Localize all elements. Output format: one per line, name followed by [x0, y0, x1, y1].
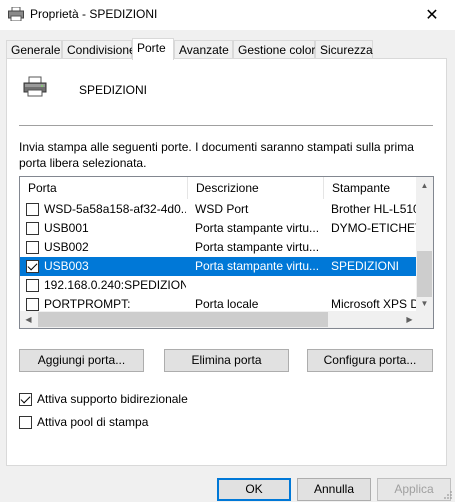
- port-description: Porta stampante virtu...: [195, 240, 320, 254]
- tab-strip: Generale Condivisione Porte Avanzate Ges…: [6, 38, 451, 60]
- scroll-left-icon[interactable]: ◀: [20, 311, 37, 328]
- tab-generale[interactable]: Generale: [6, 40, 62, 59]
- ports-panel: SPEDIZIONI Invia stampa alle seguenti po…: [6, 58, 447, 466]
- separator: [19, 125, 433, 126]
- window-title: Proprietà - SPEDIZIONI: [30, 7, 158, 21]
- resize-grip-icon[interactable]: [443, 490, 453, 500]
- port-row[interactable]: USB001 Porta stampante virtu... DYMO-ETICH…: [20, 219, 418, 238]
- port-description: Porta stampante virtu...: [195, 259, 320, 273]
- port-description: WSD Port: [195, 202, 249, 216]
- port-printer: Brother HL-L510: [331, 202, 418, 216]
- port-row[interactable]: WSD-5a58a158-af32-4d0... WSD Port Brother …: [20, 200, 418, 219]
- bidirectional-label: Attiva supporto bidirezionale: [37, 392, 188, 406]
- cancel-button[interactable]: Annulla: [297, 478, 371, 501]
- port-printer: Microsoft XPS D: [331, 297, 418, 311]
- port-checkbox[interactable]: [26, 298, 39, 311]
- delete-port-label: Elimina porta: [191, 353, 262, 367]
- port-name: USB002: [44, 240, 89, 254]
- printer-icon: [8, 7, 24, 21]
- checkbox-icon[interactable]: [19, 393, 32, 406]
- tab-sicurezza[interactable]: Sicurezza: [315, 40, 373, 59]
- apply-button[interactable]: Applica: [377, 478, 451, 501]
- column-header-stampante[interactable]: Stampante: [324, 177, 418, 199]
- scroll-down-icon[interactable]: ▼: [416, 295, 433, 312]
- horizontal-scrollbar[interactable]: ◀ ▶: [20, 311, 418, 328]
- vertical-scrollbar[interactable]: ▲ ▼: [416, 177, 433, 312]
- port-name: USB001: [44, 221, 89, 235]
- scroll-corner: [416, 311, 433, 328]
- list-rows: WSD-5a58a158-af32-4d0... WSD Port Brother …: [20, 200, 418, 314]
- delete-port-button[interactable]: Elimina porta: [164, 349, 289, 372]
- port-checkbox[interactable]: [26, 203, 39, 216]
- tab-gestione-colori[interactable]: Gestione colori: [233, 40, 318, 59]
- add-port-button[interactable]: Aggiungi porta...: [19, 349, 144, 372]
- ok-button[interactable]: OK: [217, 478, 291, 501]
- title-bar: Proprietà - SPEDIZIONI ✕: [0, 0, 455, 30]
- printer-pool-label: Attiva pool di stampa: [37, 415, 149, 429]
- column-header-descrizione[interactable]: Descrizione: [188, 177, 324, 199]
- list-header: Porta Descrizione Stampante: [20, 177, 418, 199]
- scroll-thumb[interactable]: [417, 251, 432, 297]
- port-name: WSD-5a58a158-af32-4d0...: [44, 202, 186, 216]
- printer-icon: [23, 76, 47, 97]
- scroll-up-icon[interactable]: ▲: [416, 177, 433, 194]
- port-row[interactable]: USB002 Porta stampante virtu...: [20, 238, 418, 257]
- port-description: Porta stampante virtu...: [195, 221, 320, 235]
- port-checkbox[interactable]: [26, 260, 39, 273]
- cancel-label: Annulla: [313, 482, 355, 496]
- port-checkbox[interactable]: [26, 222, 39, 235]
- port-description: Porta locale: [195, 297, 259, 311]
- printer-name: SPEDIZIONI: [79, 83, 148, 97]
- ok-label: OK: [245, 482, 263, 496]
- checkbox-icon[interactable]: [19, 416, 32, 429]
- port-printer: DYMO-ETICHET: [331, 221, 418, 235]
- bidirectional-checkbox[interactable]: Attiva supporto bidirezionale: [19, 392, 219, 408]
- port-name: 192.168.0.240:SPEDIZIONI: [44, 278, 186, 292]
- port-checkbox[interactable]: [26, 241, 39, 254]
- ports-description: Invia stampa alle seguenti porte. I docu…: [19, 140, 414, 170]
- port-name: PORTPROMPT:: [44, 297, 131, 311]
- close-button[interactable]: ✕: [409, 0, 455, 30]
- port-checkbox[interactable]: [26, 279, 39, 292]
- port-row[interactable]: USB003 Porta stampante virtu... SPEDIZIONI: [20, 257, 418, 276]
- printer-pool-checkbox[interactable]: Attiva pool di stampa: [19, 415, 219, 431]
- port-printer: SPEDIZIONI: [331, 259, 400, 273]
- tab-avanzate[interactable]: Avanzate: [174, 40, 233, 59]
- apply-label: Applica: [394, 482, 434, 496]
- column-header-porta[interactable]: Porta: [20, 177, 188, 199]
- tab-porte[interactable]: Porte: [132, 38, 174, 60]
- ports-list[interactable]: Porta Descrizione Stampante WSD-5a58a158…: [19, 176, 434, 329]
- scroll-thumb[interactable]: [38, 312, 328, 327]
- tab-condivisione[interactable]: Condivisione: [62, 40, 136, 59]
- port-name: USB003: [44, 259, 89, 273]
- configure-port-label: Configura porta...: [323, 353, 417, 367]
- configure-port-button[interactable]: Configura porta...: [307, 349, 433, 372]
- port-row[interactable]: 192.168.0.240:SPEDIZIONI: [20, 276, 418, 295]
- add-port-label: Aggiungi porta...: [37, 353, 126, 367]
